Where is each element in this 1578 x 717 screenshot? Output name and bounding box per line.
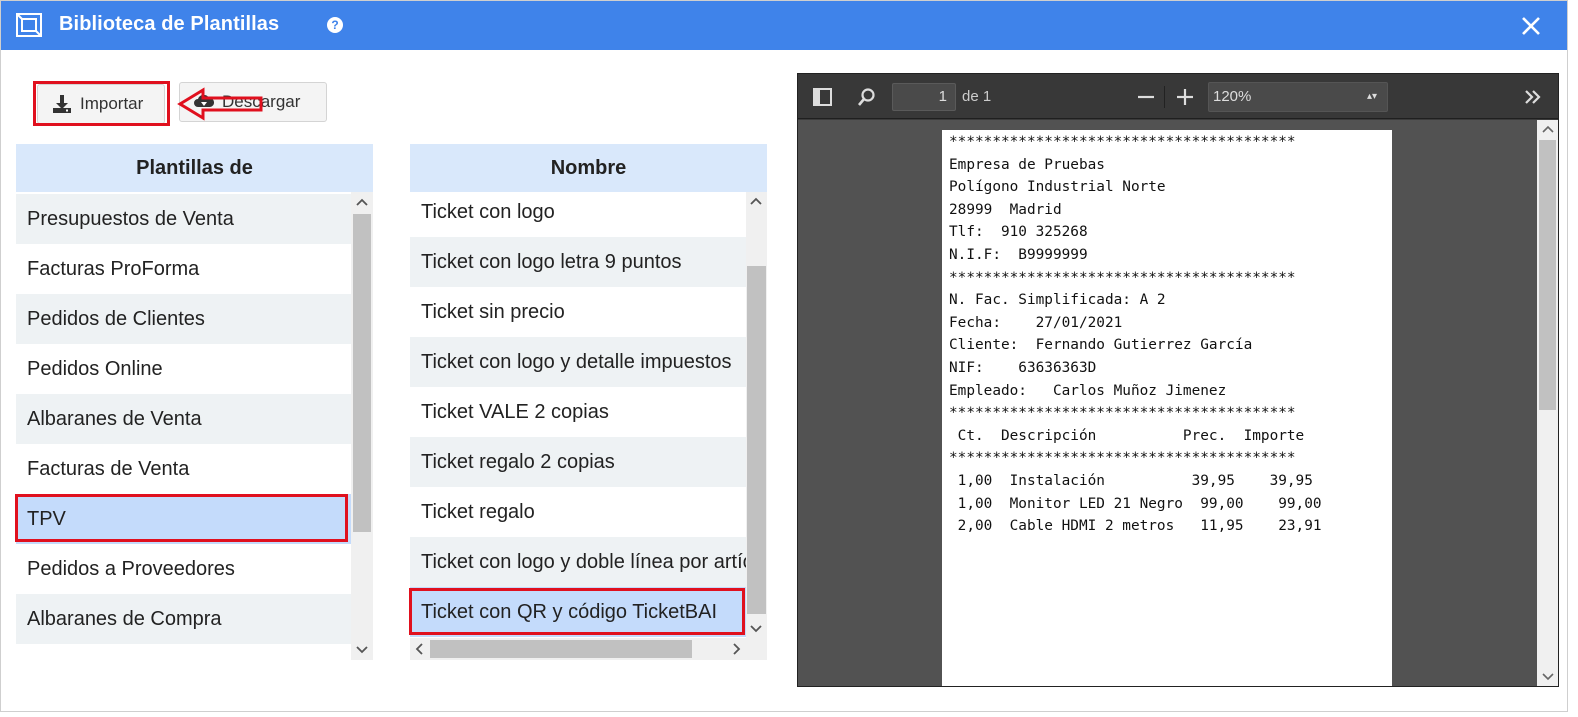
list-item[interactable]: Ticket con logo y doble línea por artícu [410,537,746,587]
import-label: Importar [80,94,144,113]
list-item[interactable]: Facturas de Venta [16,444,351,494]
template-library-icon [16,13,42,37]
ticket-line: 1,00 Monitor LED 21 Negro 99,00 99,00 [949,495,1322,512]
dialog-title: Biblioteca de Plantillas [59,13,280,35]
list-item[interactable]: Ticket sin precio [410,287,746,337]
ticket-line: Empleado: Carlos Muñoz Jimenez [949,382,1227,399]
scroll-up-icon[interactable] [748,194,764,210]
import-button[interactable]: Importar [37,84,165,124]
name-vertical-scrollbar[interactable] [746,192,767,638]
pdf-toolbar: 1 de 1 120% ▴▾ [798,74,1558,119]
scroll-down-icon[interactable] [354,641,370,657]
name-horizontal-scrollbar[interactable] [410,638,767,660]
ticket-line: **************************************** [949,405,1296,422]
scroll-up-icon[interactable] [1540,122,1556,138]
sidebar-toggle-icon[interactable] [812,86,834,108]
scroll-left-icon[interactable] [412,641,428,657]
template-name-header: Nombre [410,144,767,192]
list-item[interactable]: Pedidos de Clientes [16,294,351,344]
download-tray-icon [53,95,71,113]
list-item[interactable]: Ticket con logo letra 9 puntos [410,237,746,287]
more-tools-icon[interactable] [1522,86,1544,108]
list-item[interactable]: Pedidos Online [16,344,351,394]
ticket-line: N.I.F: B9999999 [949,246,1088,263]
scroll-thumb[interactable] [1539,140,1556,410]
scroll-down-icon[interactable] [748,620,764,636]
zoom-select[interactable]: 120% ▴▾ [1208,82,1388,112]
list-item[interactable]: Ticket regalo 2 copias [410,437,746,487]
template-name-list: Nombre Ticket con logo Ticket con logo l… [410,144,767,660]
ticket-line: **************************************** [949,134,1296,150]
list-item-selected[interactable]: TPV [16,494,351,544]
zoom-value: 120% [1213,88,1252,105]
ticket-line: 1,00 Instalación 39,95 39,95 [949,472,1313,489]
list-item[interactable]: Ticket con logo [410,187,746,237]
ticket-line: Cliente: Fernando Gutierrez García [949,337,1253,354]
ticket-line: Fecha: 27/01/2021 [949,314,1123,331]
ticket-line: Polígono Industrial Norte [949,179,1166,196]
list-item-selected[interactable]: Ticket con QR y código TicketBAI [410,587,746,637]
template-library-dialog: Biblioteca de Plantillas ? Importar Desc… [0,0,1568,712]
page-number-input[interactable]: 1 [892,83,956,111]
pdf-document-area[interactable]: ****************************************… [798,120,1538,686]
help-icon[interactable]: ? [327,17,343,33]
template-category-list: Plantillas de Presupuestos de Venta Fact… [16,144,373,660]
ticket-line: N. Fac. Simplificada: A 2 [949,292,1166,309]
pdf-page: ****************************************… [942,130,1392,686]
select-caret-icon: ▴▾ [1366,91,1377,102]
ticket-text: ****************************************… [949,131,1322,538]
list-item[interactable]: Albaranes de Compra [16,594,351,644]
ticket-line: Tlf: 910 325268 [949,224,1088,241]
scroll-thumb[interactable] [747,266,766,614]
list-item[interactable]: Ticket con logo y detalle impuestos [410,337,746,387]
list-item[interactable]: Facturas ProForma [16,244,351,294]
list-item[interactable]: Ticket VALE 2 copias [410,387,746,437]
close-icon[interactable] [1519,14,1543,38]
ticket-line: Empresa de Pruebas [949,156,1105,173]
ticket-line: 2,00 Cable HDMI 2 metros 11,95 23,91 [949,518,1322,535]
list-item[interactable]: Presupuestos de Venta [16,194,351,244]
list-item[interactable]: Pedidos a Proveedores [16,544,351,594]
title-bar: Biblioteca de Plantillas ? [1,1,1567,50]
annotation-arrow-icon [177,87,263,121]
scroll-down-icon[interactable] [1540,668,1556,684]
zoom-in-icon[interactable] [1174,86,1196,108]
ticket-line: Ct. Descripción Prec. Importe [949,427,1305,444]
scroll-up-icon[interactable] [354,195,370,211]
ticket-line: NIF: 63636363D [949,359,1097,376]
scroll-thumb[interactable] [353,214,371,532]
ticket-line: **************************************** [949,450,1296,467]
scroll-right-icon[interactable] [728,641,744,657]
template-category-header: Plantillas de [16,144,373,192]
toolbar-divider [1164,86,1165,108]
scroll-thumb[interactable] [430,640,692,658]
search-icon[interactable] [856,86,878,108]
pdf-scrollbar[interactable] [1537,120,1558,686]
category-scrollbar[interactable] [351,192,373,660]
ticket-line: **************************************** [949,269,1296,286]
pdf-viewer: 1 de 1 120% ▴▾ *************************… [797,73,1559,687]
ticket-line: 28999 Madrid [949,201,1062,218]
list-item[interactable]: Albaranes de Venta [16,394,351,444]
list-item[interactable]: Ticket regalo [410,487,746,537]
page-count: de 1 [962,88,992,105]
zoom-out-icon[interactable] [1135,86,1157,108]
